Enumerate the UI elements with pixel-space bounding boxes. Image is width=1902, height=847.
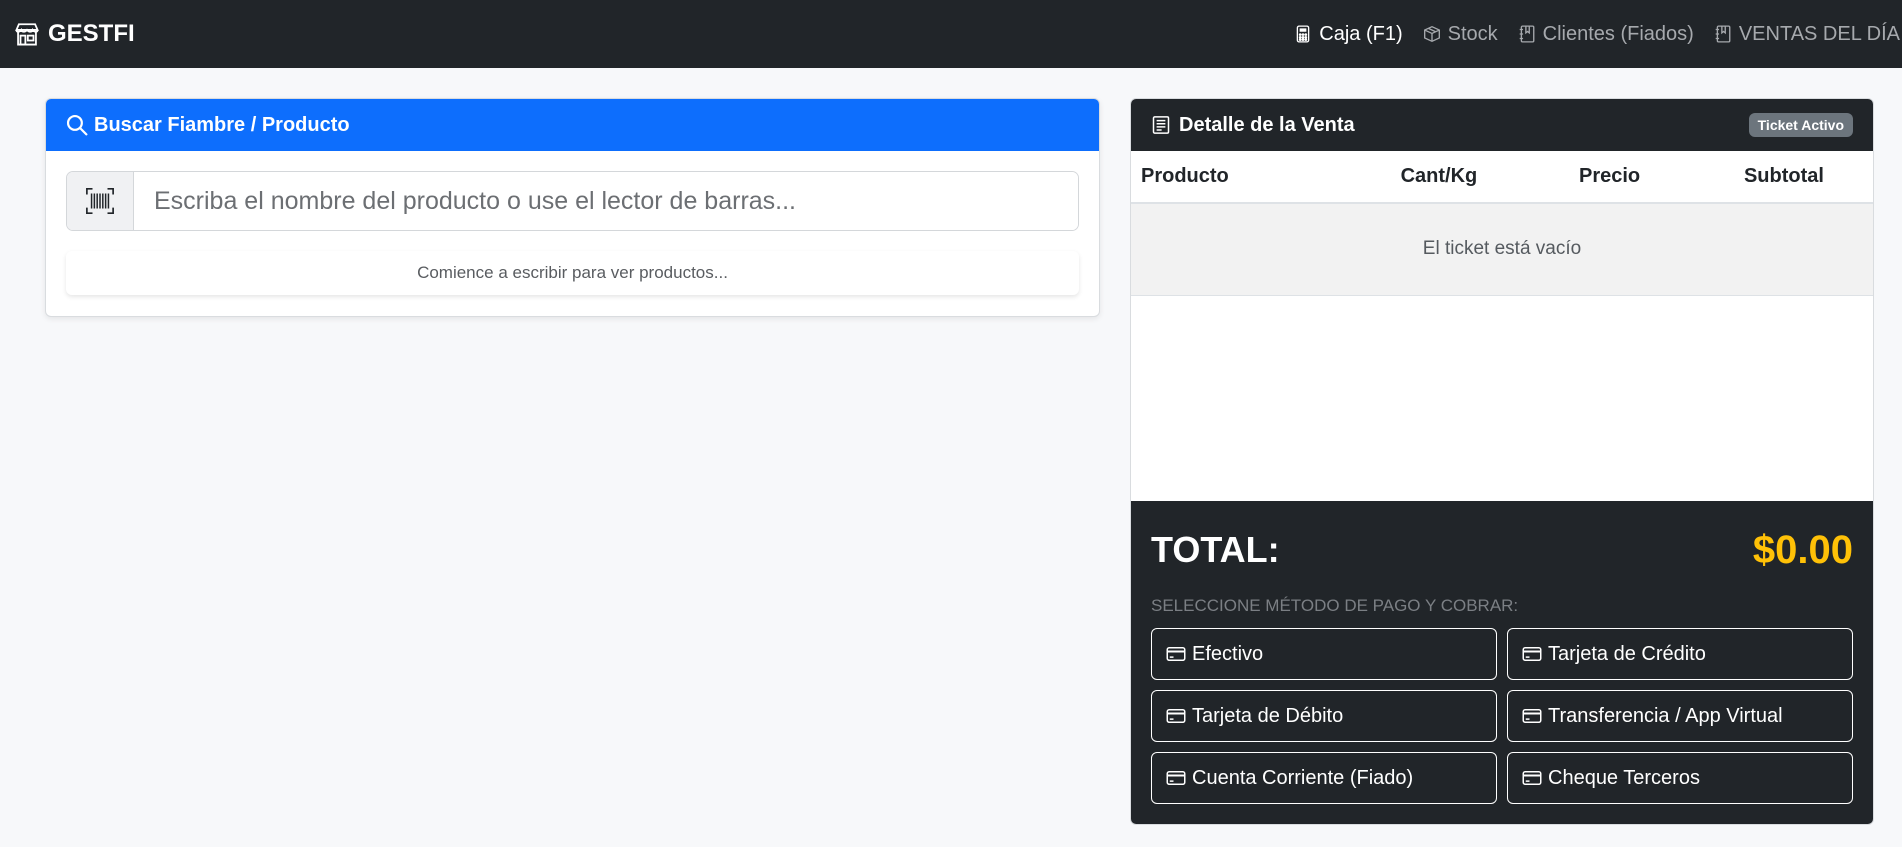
total-row: TOTAL: $0.00	[1151, 501, 1853, 595]
sale-detail-card: Detalle de la Venta Ticket Activo Produc…	[1130, 98, 1874, 825]
column-header-producto: Producto	[1131, 151, 1354, 204]
pay-button-label: Efectivo	[1192, 642, 1264, 665]
credit-card-icon	[1522, 647, 1542, 661]
nav-link-caja[interactable]: Caja (F1)	[1294, 22, 1403, 46]
sale-footer: TOTAL: $0.00 SELECCIONE MÉTODO DE PAGO Y…	[1131, 501, 1873, 824]
empty-ticket-message: El ticket está vacío	[1131, 203, 1873, 296]
nav-link-clientes[interactable]: Clientes (Fiados)	[1518, 23, 1694, 46]
nav-link-label: Stock	[1447, 22, 1498, 45]
pay-cheque-terceros-button[interactable]: Cheque Terceros	[1507, 752, 1853, 804]
nav-link-label: Caja (F1)	[1319, 22, 1403, 45]
search-card-title: Buscar Fiambre / Producto	[94, 113, 350, 136]
table-row: El ticket está vacío	[1131, 203, 1873, 296]
search-card: Buscar Fiambre / Producto Comience a esc…	[45, 98, 1100, 317]
pay-transferencia-button[interactable]: Transferencia / App Virtual	[1507, 690, 1853, 742]
barcode-scan-icon	[86, 187, 114, 215]
search-card-header: Buscar Fiambre / Producto	[46, 99, 1099, 151]
pay-tarjeta-debito-button[interactable]: Tarjeta de Débito	[1151, 690, 1497, 742]
product-search-input[interactable]	[134, 172, 1078, 230]
nav-link-ventas-del-dia[interactable]: VENTAS DEL DÍA	[1714, 23, 1900, 46]
top-navbar: GESTFI Caja (F1) Stock Clientes (Fiados)…	[0, 0, 1902, 68]
credit-card-icon	[1166, 771, 1186, 785]
product-search-group	[66, 171, 1079, 231]
column-header-subtotal: Subtotal	[1694, 151, 1873, 204]
sale-card-title-group: Detalle de la Venta	[1151, 114, 1355, 137]
search-results-hint: Comience a escribir para ver productos..…	[66, 251, 1079, 295]
calculator-icon	[1296, 25, 1310, 43]
pay-efectivo-button[interactable]: Efectivo	[1151, 628, 1497, 680]
pay-button-label: Tarjeta de Crédito	[1548, 642, 1706, 665]
ticket-status-badge: Ticket Activo	[1748, 113, 1853, 137]
nav-links: Caja (F1) Stock Clientes (Fiados) VENTAS…	[1294, 23, 1900, 46]
total-label: TOTAL:	[1151, 529, 1280, 570]
credit-card-icon	[1166, 709, 1186, 723]
brand-link[interactable]: GESTFI	[14, 20, 135, 48]
box-icon	[1423, 25, 1440, 43]
sale-card-header: Detalle de la Venta Ticket Activo	[1131, 99, 1873, 151]
sale-card-title: Detalle de la Venta	[1179, 113, 1355, 136]
credit-card-icon	[1522, 709, 1542, 723]
pay-tarjeta-credito-button[interactable]: Tarjeta de Crédito	[1507, 628, 1853, 680]
pay-cuenta-corriente-button[interactable]: Cuenta Corriente (Fiado)	[1151, 752, 1497, 804]
nav-link-label: Clientes (Fiados)	[1542, 22, 1694, 45]
pay-button-label: Cheque Terceros	[1548, 766, 1700, 789]
receipt-icon	[1152, 116, 1170, 134]
payment-methods-grid: Efectivo Tarjeta de Crédito Tarjeta de D…	[1151, 628, 1853, 804]
pay-button-label: Cuenta Corriente (Fiado)	[1192, 766, 1414, 789]
journal-icon	[1715, 25, 1731, 43]
credit-card-icon	[1166, 647, 1186, 661]
column-header-cantidad: Cant/Kg	[1353, 151, 1525, 204]
ticket-table: Producto Cant/Kg Precio Subtotal El tick…	[1131, 151, 1873, 296]
column-header-precio: Precio	[1524, 151, 1695, 204]
ticket-table-header: Producto Cant/Kg Precio Subtotal	[1131, 151, 1873, 204]
pay-button-label: Tarjeta de Débito	[1192, 704, 1344, 727]
nav-link-label: VENTAS DEL DÍA	[1738, 22, 1900, 45]
total-amount: $0.00	[1752, 527, 1853, 572]
search-icon	[66, 114, 88, 136]
brand-name: GESTFI	[48, 20, 135, 47]
journal-icon	[1519, 25, 1535, 43]
payment-method-title: SELECCIONE MÉTODO DE PAGO Y COBRAR:	[1151, 596, 1519, 615]
nav-link-stock[interactable]: Stock	[1423, 23, 1498, 46]
shop-icon	[15, 23, 39, 46]
credit-card-icon	[1522, 771, 1542, 785]
barcode-addon	[67, 172, 134, 230]
pay-button-label: Transferencia / App Virtual	[1548, 704, 1783, 727]
